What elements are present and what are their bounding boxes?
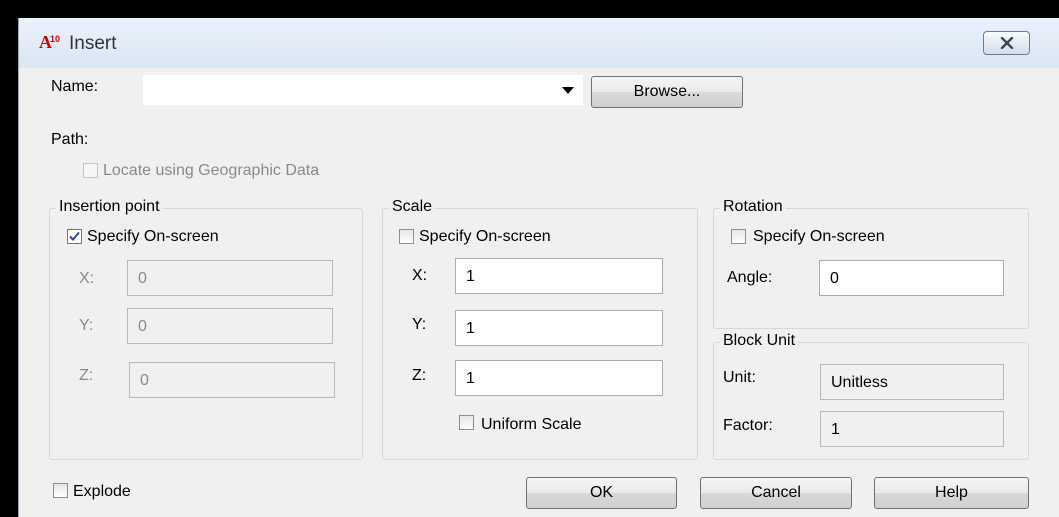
scale-x-label: X: [412,267,428,284]
insertion-z-field[interactable]: 0 [129,362,335,398]
close-button[interactable] [983,31,1030,55]
block-unit-title: Block Unit [720,332,799,350]
explode-label: Explode [73,483,131,500]
unit-value-field: Unitless [820,364,1004,400]
rotation-specify-onscreen-checkbox[interactable] [731,229,746,244]
help-button[interactable]: Help [874,477,1029,509]
rotation-specify-onscreen-label: Specify On-screen [753,228,885,245]
ok-button[interactable]: OK [526,477,677,509]
uniform-scale-label: Uniform Scale [481,416,582,433]
path-label: Path: [51,131,89,148]
rotation-title: Rotation [720,198,786,216]
scale-specify-onscreen-label: Specify On-screen [419,228,551,245]
factor-value-field: 1 [820,411,1004,447]
insertion-specify-onscreen-label: Specify On-screen [87,228,219,245]
insertion-y-field[interactable]: 0 [127,308,333,344]
explode-checkbox[interactable] [53,483,68,498]
chevron-down-icon[interactable] [562,87,574,94]
scale-y-label: Y: [412,316,427,333]
window-title: Insert [69,33,117,54]
insertion-specify-onscreen-checkbox[interactable] [67,229,82,244]
geographic-data-checkbox[interactable] [83,163,98,178]
name-combobox[interactable] [143,75,583,105]
uniform-scale-checkbox[interactable] [459,415,474,430]
angle-label: Angle: [727,269,773,286]
checkmark-icon [69,231,80,241]
name-label: Name: [51,78,99,95]
geographic-data-label: Locate using Geographic Data [103,162,320,179]
factor-label: Factor: [723,417,773,434]
scale-x-field[interactable]: 1 [455,258,663,294]
insertion-point-title: Insertion point [56,198,163,216]
scale-title: Scale [389,198,436,216]
title-bar: A10 Insert [19,18,1059,68]
cancel-button[interactable]: Cancel [700,477,852,509]
scale-y-field[interactable]: 1 [455,310,663,346]
insertion-y-label: Y: [79,317,94,334]
autocad-app-icon: A10 [39,32,61,52]
angle-field[interactable]: 0 [819,260,1004,296]
scale-z-label: Z: [412,367,427,384]
insertion-x-label: X: [79,270,95,287]
insertion-z-label: Z: [79,367,94,384]
close-icon [1000,37,1013,49]
insertion-x-field[interactable]: 0 [127,260,333,296]
insert-dialog: A10 Insert Name: Browse... Path: Locate … [18,18,1059,517]
browse-button[interactable]: Browse... [591,76,743,108]
scale-z-field[interactable]: 1 [455,360,663,396]
scale-specify-onscreen-checkbox[interactable] [399,229,414,244]
unit-label: Unit: [723,369,756,386]
